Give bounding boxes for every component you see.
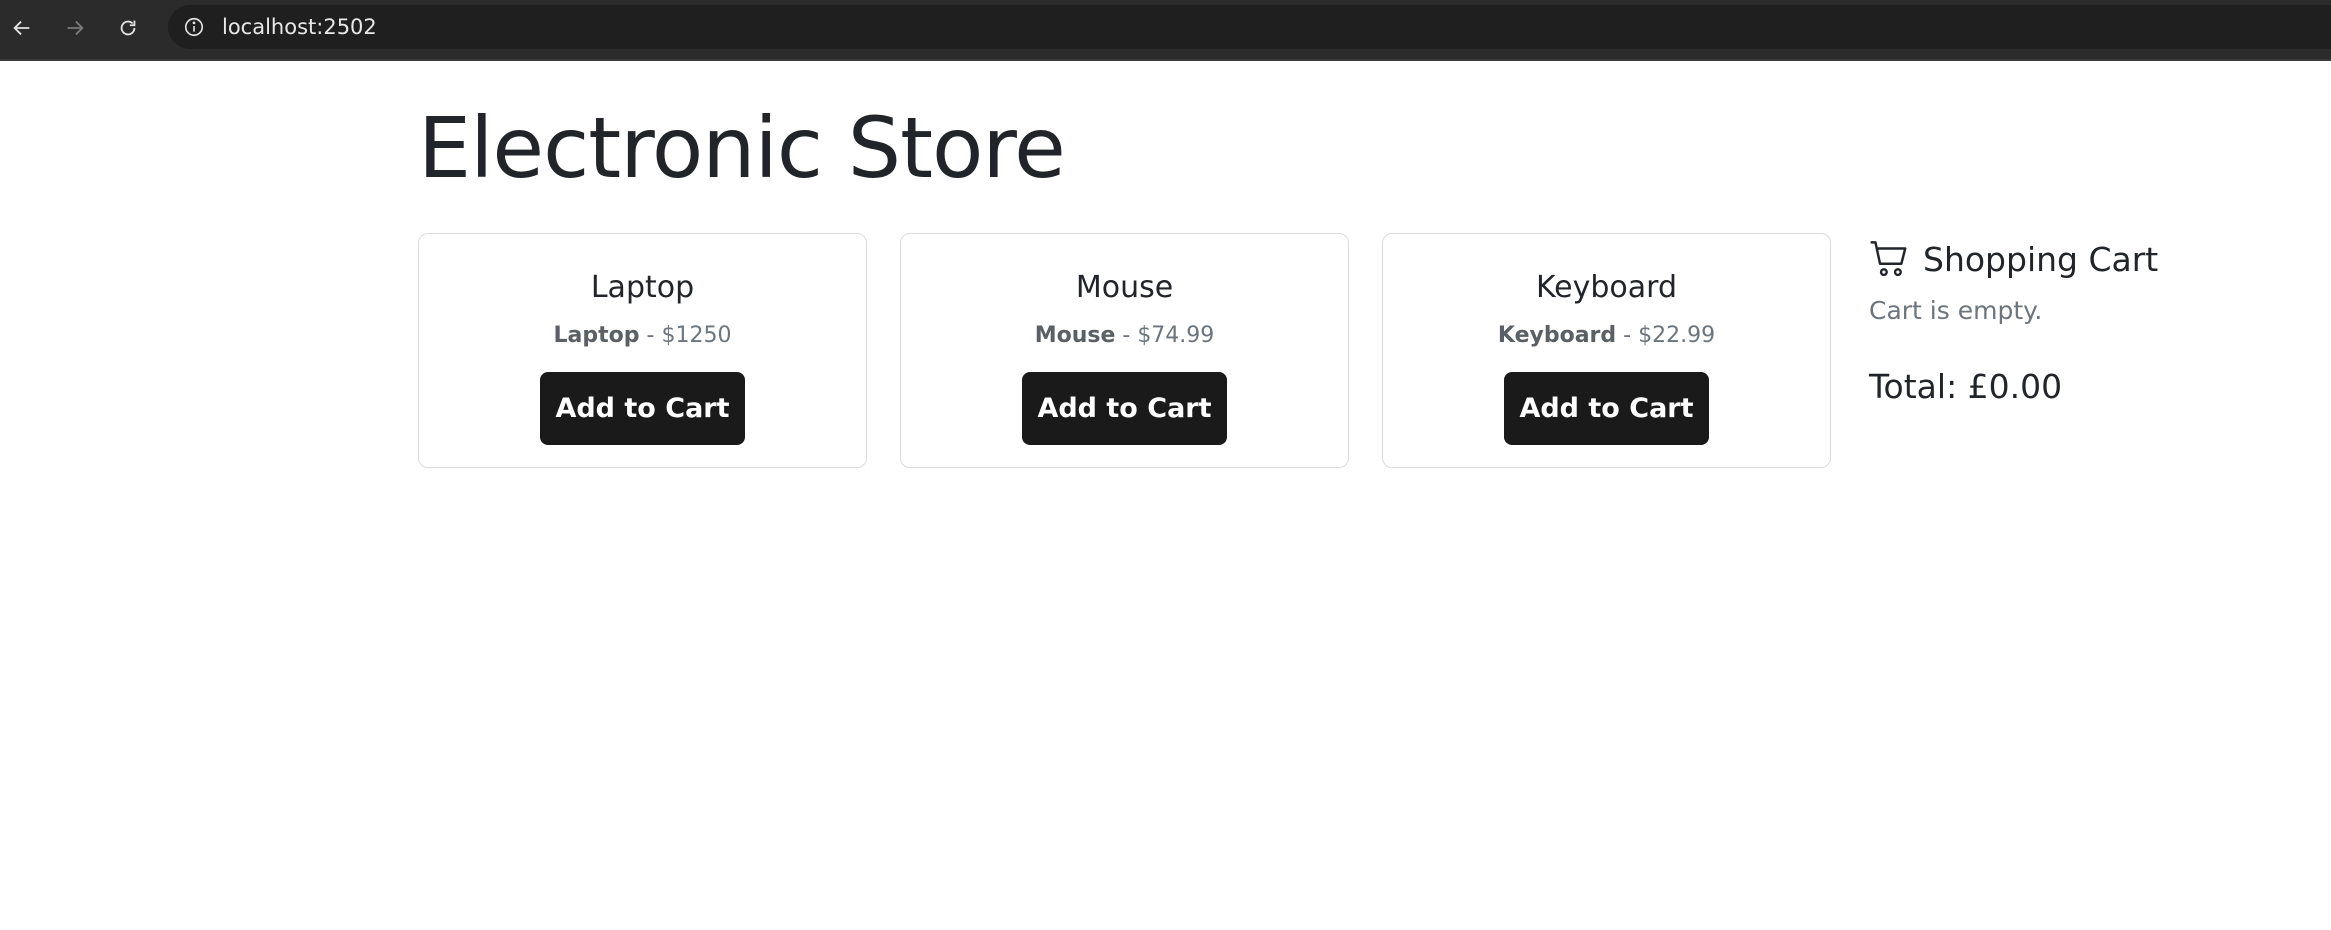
address-bar[interactable]: localhost:2502 bbox=[168, 5, 2331, 49]
cart-title: Shopping Cart bbox=[1923, 239, 2159, 279]
product-name: Laptop bbox=[590, 270, 695, 305]
product-card-laptop: Laptop Laptop - $1250 Add to Cart bbox=[418, 233, 867, 468]
back-button[interactable] bbox=[2, 8, 42, 48]
reload-button[interactable] bbox=[108, 8, 148, 48]
separator: - bbox=[639, 323, 662, 348]
product-price: $22.99 bbox=[1638, 323, 1716, 348]
page-title: Electronic Store bbox=[418, 99, 1066, 197]
cart-header: Shopping Cart bbox=[1869, 238, 2289, 280]
product-name: Mouse bbox=[1075, 270, 1174, 305]
add-to-cart-button-keyboard[interactable]: Add to Cart bbox=[1504, 372, 1709, 445]
product-name: Keyboard bbox=[1535, 270, 1678, 305]
product-card-keyboard: Keyboard Keyboard - $22.99 Add to Cart bbox=[1382, 233, 1831, 468]
product-description: Laptop - $1250 bbox=[554, 323, 732, 348]
product-desc-name: Keyboard bbox=[1497, 323, 1617, 348]
arrow-right-icon bbox=[67, 20, 84, 36]
product-list: Laptop Laptop - $1250 Add to Cart Mouse … bbox=[418, 233, 1831, 468]
arrow-left-icon bbox=[13, 20, 30, 36]
product-price: $74.99 bbox=[1137, 323, 1215, 348]
separator: - bbox=[1115, 323, 1138, 348]
add-to-cart-button-laptop[interactable]: Add to Cart bbox=[540, 372, 745, 445]
add-to-cart-button-mouse[interactable]: Add to Cart bbox=[1022, 372, 1227, 445]
product-desc-name: Laptop bbox=[553, 323, 640, 348]
cart-icon bbox=[1870, 241, 1907, 277]
site-info-icon[interactable] bbox=[180, 13, 208, 41]
product-description: Mouse - $74.99 bbox=[1035, 323, 1215, 348]
product-desc-name: Mouse bbox=[1034, 323, 1116, 348]
cart-total: Total: £0.00 bbox=[1869, 367, 2063, 406]
url-text[interactable]: localhost:2502 bbox=[222, 15, 377, 39]
product-description: Keyboard - $22.99 bbox=[1498, 323, 1715, 348]
browser-toolbar: localhost:2502 bbox=[0, 0, 2331, 61]
separator: - bbox=[1616, 323, 1639, 348]
shopping-cart-panel: Shopping Cart Cart is empty. Total: £0.0… bbox=[1869, 238, 2289, 407]
forward-button[interactable] bbox=[55, 8, 95, 48]
product-card-mouse: Mouse Mouse - $74.99 Add to Cart bbox=[900, 233, 1349, 468]
reload-icon bbox=[120, 20, 136, 36]
product-price: $1250 bbox=[661, 323, 732, 348]
cart-empty-message: Cart is empty. bbox=[1869, 296, 2043, 325]
info-icon bbox=[184, 17, 204, 37]
